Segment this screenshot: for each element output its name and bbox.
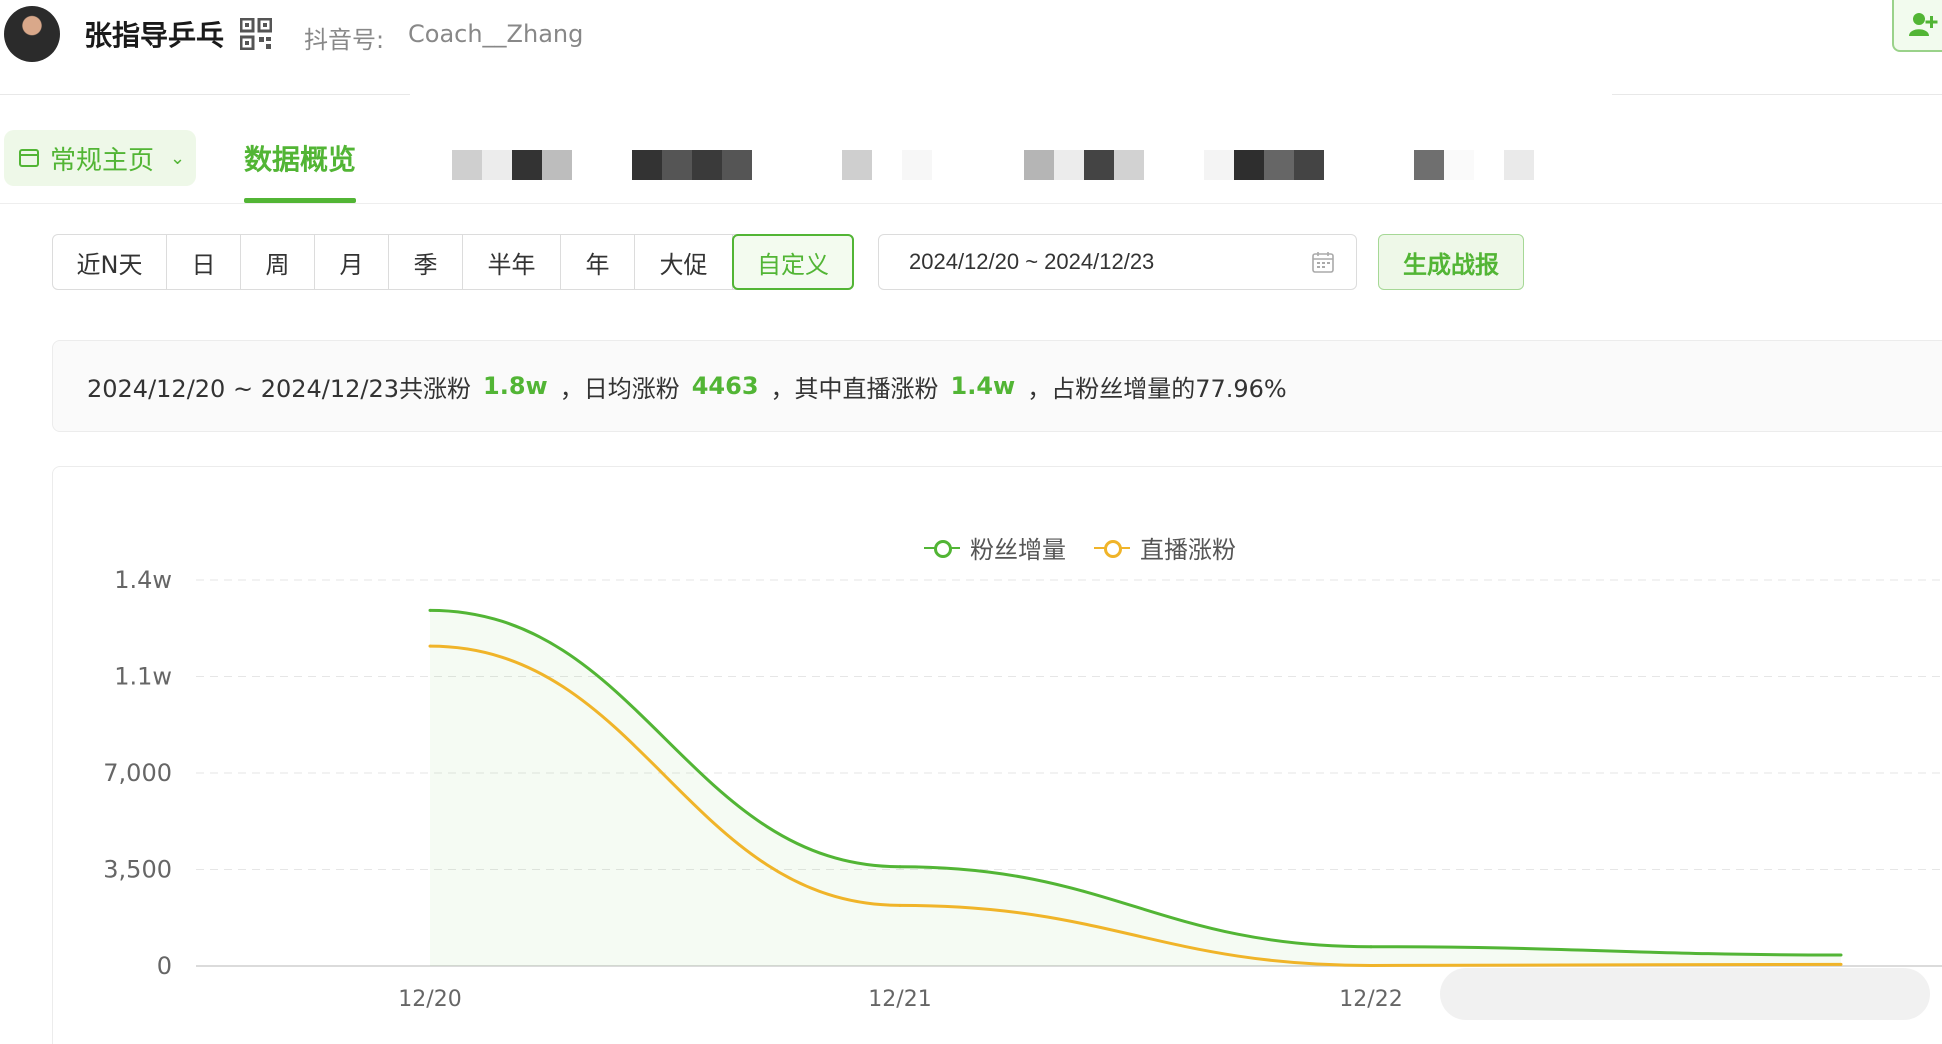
data-point: [898, 903, 902, 907]
data-point: [1369, 963, 1373, 967]
data-point: [428, 644, 432, 648]
watermark: [1440, 968, 1930, 1020]
series-area-fans: [430, 610, 1841, 966]
line-chart: 0 3,500 7,000 1.1w 1.4w 12/20 12/21 12/22: [103, 566, 1942, 1012]
y-tick-label: 1.1w: [114, 663, 172, 691]
x-tick-label: 12/20: [398, 987, 461, 1012]
y-tick-label: 1.4w: [114, 566, 172, 594]
x-tick-label: 12/22: [1339, 987, 1402, 1012]
y-tick-label: 0: [157, 952, 172, 980]
data-point: [1839, 953, 1843, 957]
y-tick-label: 3,500: [103, 856, 172, 884]
data-point: [1369, 945, 1373, 949]
y-tick-label: 7,000: [103, 759, 172, 787]
data-point: [898, 865, 902, 869]
data-point: [1839, 962, 1843, 966]
data-point: [428, 608, 432, 612]
x-tick-label: 12/21: [868, 987, 931, 1012]
